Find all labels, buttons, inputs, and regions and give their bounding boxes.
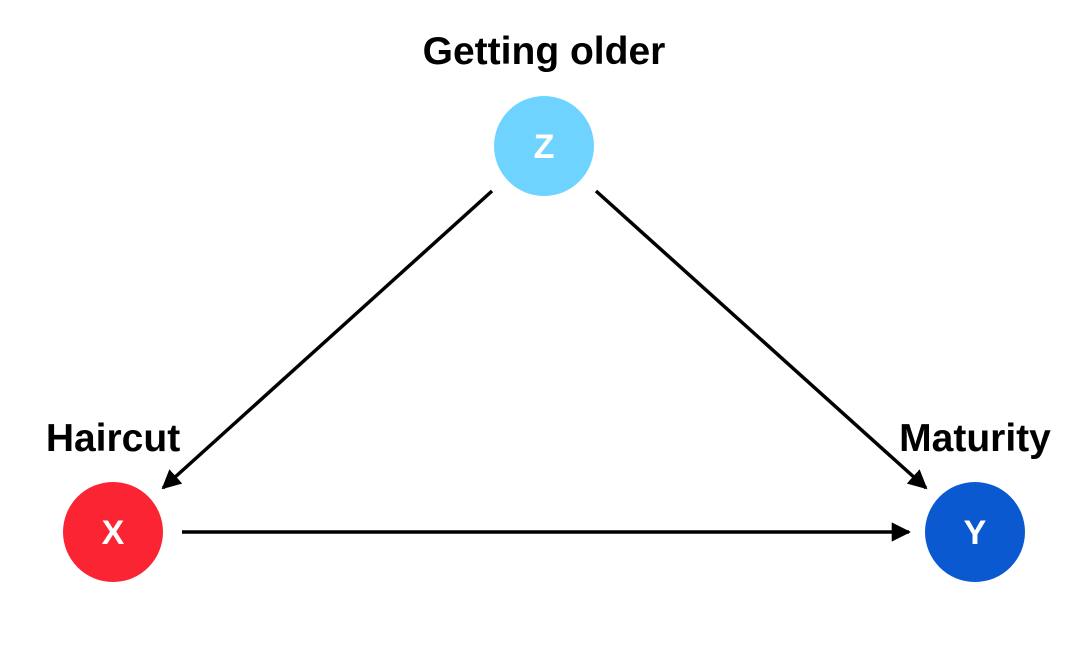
node-y[interactable]: Y Maturity — [899, 417, 1051, 582]
node-z-letter: Z — [534, 128, 555, 166]
dag-diagram: Z Getting older X Haircut Y Maturity — [46, 30, 1051, 582]
node-z-title: Getting older — [423, 30, 666, 73]
node-y-letter: Y — [964, 514, 987, 552]
edge-z-to-x — [161, 189, 494, 490]
node-x-title: Haircut — [46, 417, 180, 460]
node-x-letter: X — [102, 514, 125, 552]
node-z[interactable]: Z Getting older — [423, 30, 666, 196]
node-y-title: Maturity — [899, 417, 1051, 460]
node-x[interactable]: X Haircut — [46, 417, 180, 582]
edge-z-to-y — [594, 189, 928, 490]
